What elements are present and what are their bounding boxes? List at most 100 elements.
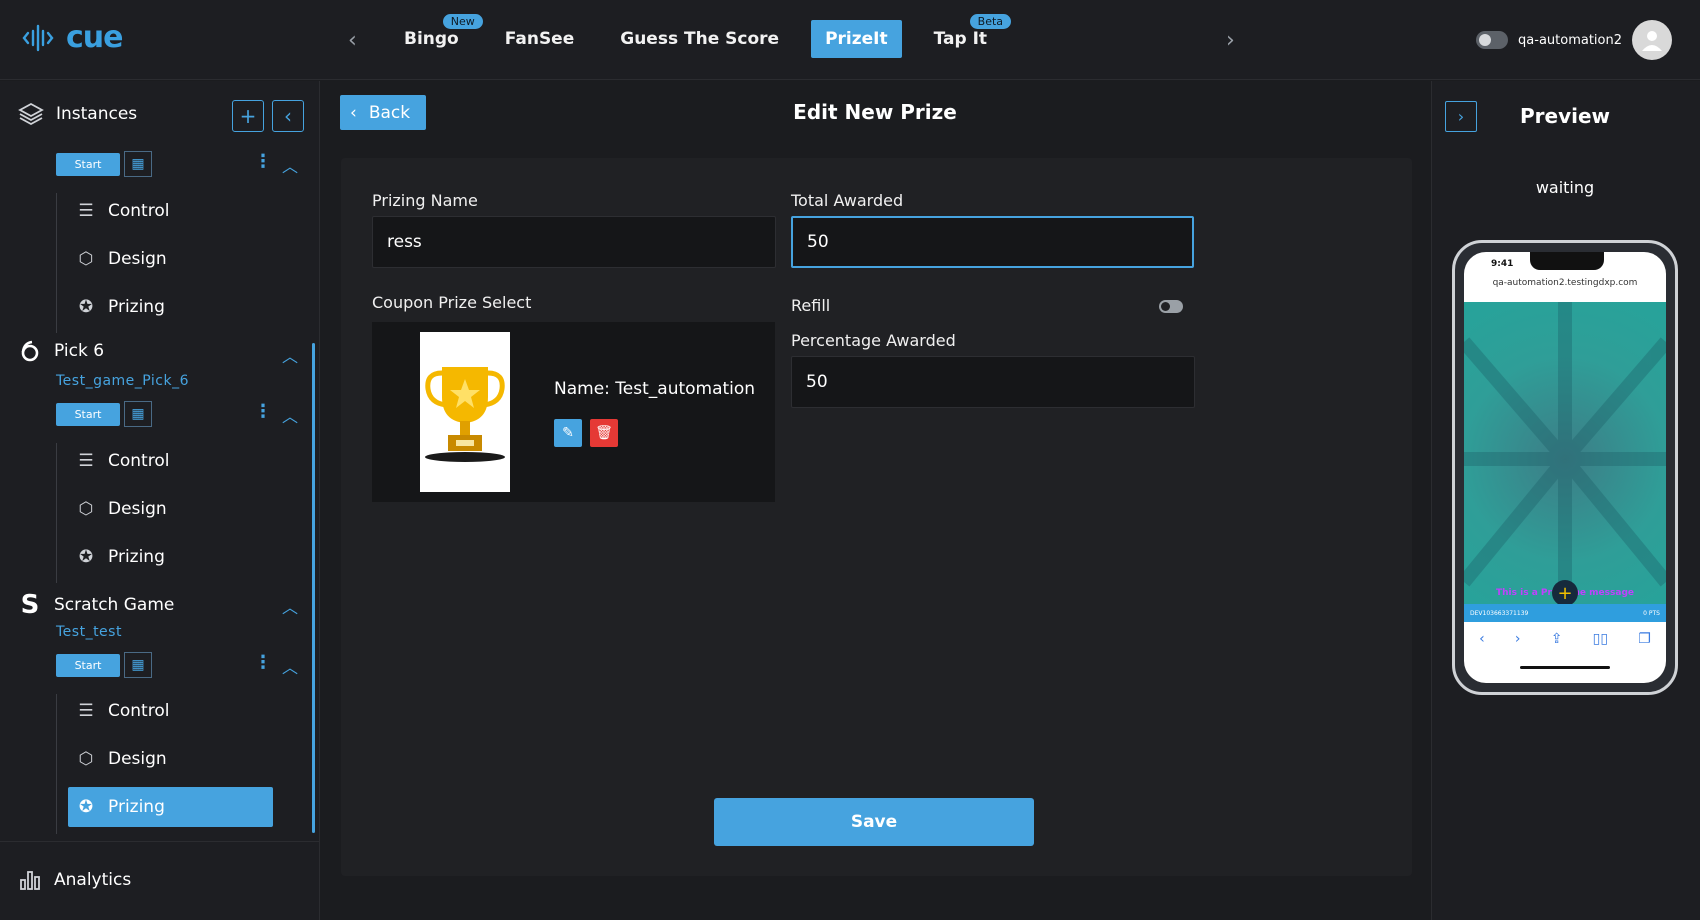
game-nav: Bingo New FanSee Guess The Score PrizeIt… [390,14,1019,60]
phone-time: 9:41 [1491,259,1514,269]
share-icon[interactable]: ⇪ [1551,631,1563,647]
sliders-icon: ☰ [78,201,94,221]
tabs-icon[interactable]: ❐ [1638,631,1651,647]
chevron-up-icon[interactable]: ︿ [282,153,298,177]
qr-code-icon[interactable]: ▦ [124,652,152,678]
percentage-awarded-label: Percentage Awarded [791,331,956,350]
award-icon: ✪ [78,547,94,567]
kebab-menu-icon[interactable]: ⋮ [254,151,272,172]
tree-line [56,694,57,834]
sidebar-item-control[interactable]: ☰ Control [68,441,273,481]
qr-code-icon[interactable]: ▦ [124,401,152,427]
chevron-up-icon[interactable]: ︿ [282,594,298,618]
top-bar: cue ‹ Bingo New FanSee Guess The Score P… [0,0,1700,80]
sidebar-item-prizing[interactable]: ✪ Prizing [68,537,273,577]
sidebar-item-label: Design [108,499,167,519]
cube-icon: ⬡ [78,749,94,769]
edit-coupon-button[interactable]: ✎ [554,419,582,447]
add-instance-button[interactable]: + [232,100,264,132]
plus-icon: + [239,104,257,128]
start-button[interactable]: Start [56,654,120,677]
nav-item-bingo[interactable]: Bingo New [390,14,483,58]
sidebar-scrollbar[interactable] [312,343,315,833]
sidebar-item-prizing[interactable]: ✪ Prizing [68,787,273,827]
nav-item-fansee[interactable]: FanSee [491,20,589,58]
sidebar-item-design[interactable]: ⬡ Design [68,239,273,279]
kebab-menu-icon[interactable]: ⋮ [254,401,272,422]
sidebar-item-control[interactable]: ☰ Control [68,191,273,231]
sidebar-item-design[interactable]: ⬡ Design [68,489,273,529]
trophy-icon [425,367,505,462]
percentage-awarded-input[interactable]: 50 [791,356,1195,408]
chevron-up-icon[interactable]: ︿ [282,654,298,678]
save-button[interactable]: Save [714,798,1034,846]
prizing-name-input[interactable]: ress [372,216,776,268]
kebab-menu-icon[interactable]: ⋮ [254,652,272,673]
qr-code-icon[interactable]: ▦ [124,151,152,177]
group-scratch-game[interactable]: S Scratch Game [18,590,175,620]
nav-item-prizeit[interactable]: PrizeIt [811,20,902,58]
nav-label: PrizeIt [825,29,888,49]
tree-line [56,443,57,583]
delete-coupon-button[interactable]: 🗑 [590,419,618,447]
nav-label: Tap It [933,29,988,49]
coupon-name-prefix: Name: [554,379,610,399]
browser-toolbar: ‹ › ⇪ ▯▯ ❐ [1464,624,1666,654]
sidebar-item-label: Design [108,749,167,769]
sidebar-item-label: Control [108,201,170,221]
logo[interactable]: cue [22,20,123,55]
chevron-right-icon: › [1457,107,1465,126]
nav-label: Bingo [404,29,459,49]
group-subtitle[interactable]: Test_game_Pick_6 [56,373,189,389]
back-button[interactable]: ‹ Back [340,95,426,130]
sidebar-item-analytics[interactable]: Analytics [18,868,131,892]
nav-prev-icon[interactable]: ‹ [348,28,357,53]
sidebar-item-control[interactable]: ☰ Control [68,691,273,731]
sidebar-item-design[interactable]: ⬡ Design [68,739,273,779]
chevron-up-icon[interactable]: ︿ [282,403,298,427]
game-preview: This is a Pregame message [1464,302,1666,617]
phone-mockup: 9:41 qa-automation2.testingdxp.com This … [1452,240,1678,695]
player-id: DEV103663371139 [1470,609,1529,617]
cube-icon: ⬡ [78,499,94,519]
logo-text: cue [66,20,123,55]
phone-screen: 9:41 qa-automation2.testingdxp.com This … [1464,252,1666,683]
sidebar-item-label: Control [108,451,170,471]
home-indicator [1520,666,1610,669]
analytics-section: Analytics [0,841,320,920]
start-button[interactable]: Start [56,153,120,176]
coupon-prize-card[interactable]: Name: Test_automation ✎ 🗑 [372,322,775,502]
scratch-icon: S [20,590,40,620]
theme-toggle[interactable] [1476,31,1509,49]
total-awarded-input[interactable]: 50 [791,216,1194,268]
award-icon: ✪ [78,297,94,317]
nav-next-icon[interactable]: › [1226,28,1235,53]
browser-back-icon[interactable]: ‹ [1479,631,1485,647]
browser-forward-icon[interactable]: › [1515,631,1521,647]
sliders-icon: ☰ [78,451,94,471]
expand-preview-button[interactable]: › [1445,101,1477,132]
bookmarks-icon[interactable]: ▯▯ [1593,631,1608,647]
refill-toggle[interactable] [1159,300,1183,313]
phone-notch [1530,252,1604,270]
analytics-label: Analytics [54,870,132,890]
sidebar: Instances + ‹ Start ▦ ⋮ ︿ ☰ Control ⬡ Desi… [0,81,320,920]
start-button[interactable]: Start [56,403,120,426]
nav-item-guess-the-score[interactable]: Guess The Score [606,20,793,58]
plus-icon[interactable]: + [1552,580,1578,606]
group-title: Pick 6 [54,341,105,361]
chevron-up-icon[interactable]: ︿ [282,343,298,367]
sidebar-item-prizing[interactable]: ✪ Prizing [68,287,273,327]
coupon-name-value: Test_automation [615,379,756,399]
bar-chart-icon [20,871,40,890]
tree-line [56,193,57,333]
group-subtitle[interactable]: Test_test [56,624,122,640]
player-points: 0 PTS [1643,609,1660,617]
refill-label: Refill [791,296,831,315]
nav-item-tap-it[interactable]: Tap It Beta [920,14,1012,58]
collapse-sidebar-button[interactable]: ‹ [272,100,304,132]
avatar[interactable] [1632,20,1672,60]
layers-icon [18,102,44,126]
group-pick-6[interactable]: Pick 6 [18,339,104,363]
new-badge: New [442,14,483,29]
